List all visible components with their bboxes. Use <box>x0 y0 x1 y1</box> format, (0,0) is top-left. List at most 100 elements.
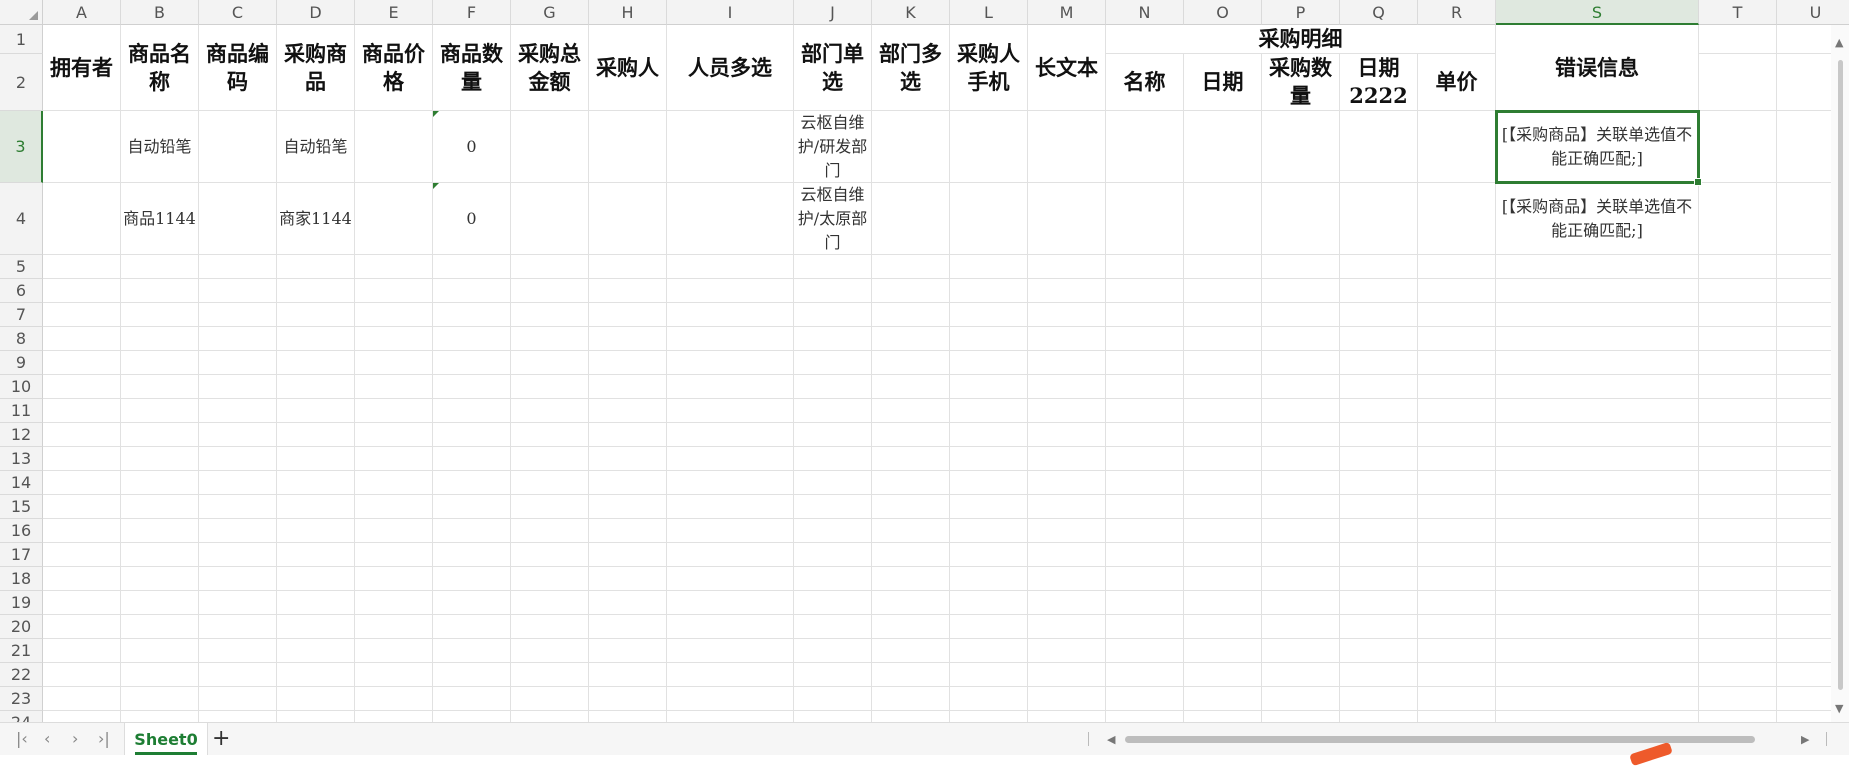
table-cell[interactable] <box>1106 375 1184 399</box>
row-header-7[interactable]: 7 <box>0 303 43 327</box>
table-cell[interactable] <box>667 495 794 519</box>
table-cell[interactable] <box>794 255 872 279</box>
table-cell[interactable] <box>667 375 794 399</box>
table-cell[interactable] <box>1418 303 1496 327</box>
table-cell[interactable] <box>794 471 872 495</box>
table-cell[interactable] <box>1262 663 1340 687</box>
table-cell[interactable] <box>43 447 121 471</box>
table-cell[interactable] <box>589 543 667 567</box>
table-cell[interactable] <box>1262 447 1340 471</box>
table-cell[interactable] <box>511 351 589 375</box>
column-header-d[interactable]: D <box>277 0 355 25</box>
table-cell[interactable] <box>1340 111 1418 183</box>
table-cell[interactable] <box>872 639 950 663</box>
table-cell[interactable] <box>1184 255 1262 279</box>
table-cell[interactable] <box>794 399 872 423</box>
column-header-s[interactable]: S <box>1496 0 1699 25</box>
table-cell[interactable] <box>589 711 667 722</box>
row-header-12[interactable]: 12 <box>0 423 43 447</box>
table-cell[interactable] <box>794 279 872 303</box>
table-cell[interactable] <box>1028 111 1106 183</box>
table-cell[interactable] <box>355 303 433 327</box>
table-cell[interactable] <box>589 279 667 303</box>
table-cell[interactable] <box>950 447 1028 471</box>
table-cell[interactable] <box>121 303 199 327</box>
table-cell[interactable] <box>355 711 433 722</box>
table-cell[interactable] <box>1028 399 1106 423</box>
table-cell[interactable] <box>1699 111 1777 183</box>
table-cell[interactable] <box>589 639 667 663</box>
table-cell[interactable] <box>1106 327 1184 351</box>
table-cell[interactable] <box>1106 567 1184 591</box>
table-cell[interactable] <box>589 519 667 543</box>
table-cell[interactable] <box>433 663 511 687</box>
table-cell[interactable] <box>43 591 121 615</box>
table-cell[interactable] <box>794 351 872 375</box>
table-cell[interactable] <box>1340 303 1418 327</box>
table-cell[interactable] <box>589 399 667 423</box>
table-cell[interactable] <box>589 255 667 279</box>
header-product-qty[interactable]: 商品数量 <box>433 25 511 111</box>
row-header-14[interactable]: 14 <box>0 471 43 495</box>
table-cell[interactable] <box>1340 495 1418 519</box>
table-cell[interactable] <box>589 303 667 327</box>
table-cell[interactable] <box>43 567 121 591</box>
table-cell[interactable] <box>950 303 1028 327</box>
table-cell[interactable] <box>1184 711 1262 722</box>
table-cell[interactable] <box>199 711 277 722</box>
table-cell[interactable] <box>121 399 199 423</box>
table-cell[interactable] <box>1418 399 1496 423</box>
table-cell[interactable] <box>667 615 794 639</box>
table-cell[interactable] <box>872 663 950 687</box>
table-cell[interactable] <box>277 351 355 375</box>
table-cell[interactable] <box>355 351 433 375</box>
cell-dept-single[interactable]: 云枢自维护/太原部门 <box>794 183 872 255</box>
table-cell[interactable] <box>277 615 355 639</box>
table-cell[interactable] <box>1699 567 1777 591</box>
table-cell[interactable] <box>1340 687 1418 711</box>
row-header-18[interactable]: 18 <box>0 567 43 591</box>
cell-product-qty[interactable]: 0 <box>433 183 511 255</box>
table-cell[interactable] <box>1340 423 1418 447</box>
table-cell[interactable] <box>1028 471 1106 495</box>
table-cell[interactable] <box>794 543 872 567</box>
table-cell[interactable] <box>1340 399 1418 423</box>
table-cell[interactable] <box>433 495 511 519</box>
table-cell[interactable] <box>872 447 950 471</box>
table-cell[interactable] <box>1418 327 1496 351</box>
table-cell[interactable] <box>950 615 1028 639</box>
table-cell[interactable] <box>1262 711 1340 722</box>
column-header-l[interactable]: L <box>950 0 1028 25</box>
table-cell[interactable] <box>872 303 950 327</box>
table-cell[interactable] <box>950 519 1028 543</box>
table-cell[interactable] <box>355 111 433 183</box>
header-product-price[interactable]: 商品价格 <box>355 25 433 111</box>
table-cell[interactable] <box>433 447 511 471</box>
table-cell[interactable] <box>43 543 121 567</box>
table-cell[interactable] <box>355 279 433 303</box>
table-cell[interactable] <box>1699 255 1777 279</box>
table-cell[interactable] <box>1106 447 1184 471</box>
table-cell[interactable] <box>43 687 121 711</box>
table-cell[interactable] <box>199 447 277 471</box>
table-cell[interactable] <box>355 471 433 495</box>
table-cell[interactable] <box>121 639 199 663</box>
header-product-code[interactable]: 商品编码 <box>199 25 277 111</box>
table-cell[interactable] <box>199 375 277 399</box>
table-cell[interactable] <box>1418 543 1496 567</box>
table-cell[interactable] <box>1106 663 1184 687</box>
table-cell[interactable] <box>199 687 277 711</box>
table-cell[interactable] <box>1496 639 1699 663</box>
table-cell[interactable] <box>433 423 511 447</box>
table-cell[interactable] <box>950 375 1028 399</box>
table-cell[interactable] <box>433 279 511 303</box>
column-header-m[interactable]: M <box>1028 0 1106 25</box>
table-cell[interactable] <box>355 687 433 711</box>
table-cell[interactable] <box>1184 447 1262 471</box>
table-cell[interactable] <box>355 399 433 423</box>
table-cell[interactable] <box>872 183 950 255</box>
table-cell[interactable] <box>1184 663 1262 687</box>
table-cell[interactable] <box>667 111 794 183</box>
next-sheet-icon[interactable]: › <box>72 729 78 749</box>
table-cell[interactable] <box>511 687 589 711</box>
